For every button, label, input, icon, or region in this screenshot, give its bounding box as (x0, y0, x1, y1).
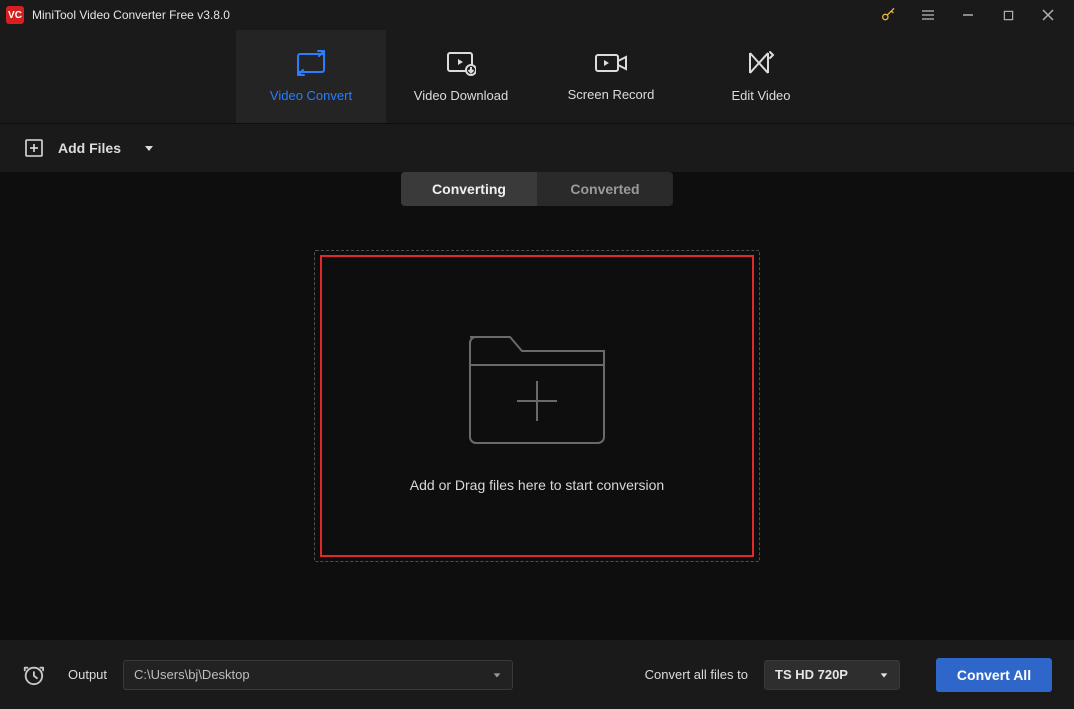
chevron-down-icon (879, 670, 889, 680)
edit-video-icon (747, 50, 775, 76)
tab-label: Edit Video (731, 88, 790, 103)
seg-label: Converted (570, 181, 639, 197)
seg-converted[interactable]: Converted (537, 172, 673, 206)
output-format-value: TS HD 720P (775, 667, 848, 682)
output-path-select[interactable]: C:\Users\bj\Desktop (123, 660, 513, 690)
close-button[interactable] (1028, 0, 1068, 30)
clock-icon (22, 664, 44, 686)
download-icon (446, 50, 476, 76)
titlebar: VC MiniTool Video Converter Free v3.8.0 (0, 0, 1074, 30)
add-file-icon (24, 138, 44, 158)
convert-icon (296, 50, 326, 76)
upgrade-key-button[interactable] (868, 0, 908, 30)
tab-label: Screen Record (568, 87, 655, 102)
minimize-icon (962, 9, 974, 21)
dropzone-highlight: Add or Drag files here to start conversi… (320, 255, 754, 557)
tab-screen-record[interactable]: Screen Record (536, 30, 686, 123)
seg-label: Converting (432, 181, 506, 197)
key-icon (880, 7, 896, 23)
tab-label: Video Download (414, 88, 508, 103)
tab-label: Video Convert (270, 88, 352, 103)
add-files-dropdown[interactable] (137, 136, 161, 160)
convert-all-button[interactable]: Convert All (936, 658, 1052, 692)
menu-button[interactable] (908, 0, 948, 30)
dropzone[interactable]: Add or Drag files here to start conversi… (314, 250, 760, 562)
seg-converting[interactable]: Converting (401, 172, 537, 206)
maximize-button[interactable] (988, 0, 1028, 30)
output-label: Output (68, 667, 107, 682)
bottombar: Output C:\Users\bj\Desktop Convert all f… (0, 639, 1074, 709)
record-icon (594, 51, 628, 75)
tab-video-download[interactable]: Video Download (386, 30, 536, 123)
output-path-value: C:\Users\bj\Desktop (134, 667, 250, 682)
convert-all-files-to-label: Convert all files to (645, 667, 748, 682)
folder-plus-icon (462, 319, 612, 449)
minimize-button[interactable] (948, 0, 988, 30)
add-files-button[interactable]: Add Files (24, 136, 161, 160)
maximize-icon (1003, 10, 1014, 21)
close-icon (1042, 9, 1054, 21)
app-title: MiniTool Video Converter Free v3.8.0 (32, 8, 230, 22)
tab-edit-video[interactable]: Edit Video (686, 30, 836, 123)
chevron-down-icon (492, 670, 502, 680)
hamburger-icon (920, 7, 936, 23)
app-logo-icon: VC (6, 6, 24, 24)
add-files-label: Add Files (58, 140, 121, 156)
dropzone-hint: Add or Drag files here to start conversi… (410, 477, 664, 493)
history-button[interactable] (22, 664, 44, 686)
toolbar: Add Files (0, 124, 1074, 172)
main-tabs: Video Convert Video Download Screen Reco… (0, 30, 1074, 124)
convert-all-button-label: Convert All (957, 667, 1031, 683)
stage: Add or Drag files here to start conversi… (0, 172, 1074, 639)
chevron-down-icon (143, 142, 155, 154)
output-format-select[interactable]: TS HD 720P (764, 660, 900, 690)
conversion-status-segment: Converting Converted (401, 172, 673, 206)
tab-video-convert[interactable]: Video Convert (236, 30, 386, 123)
